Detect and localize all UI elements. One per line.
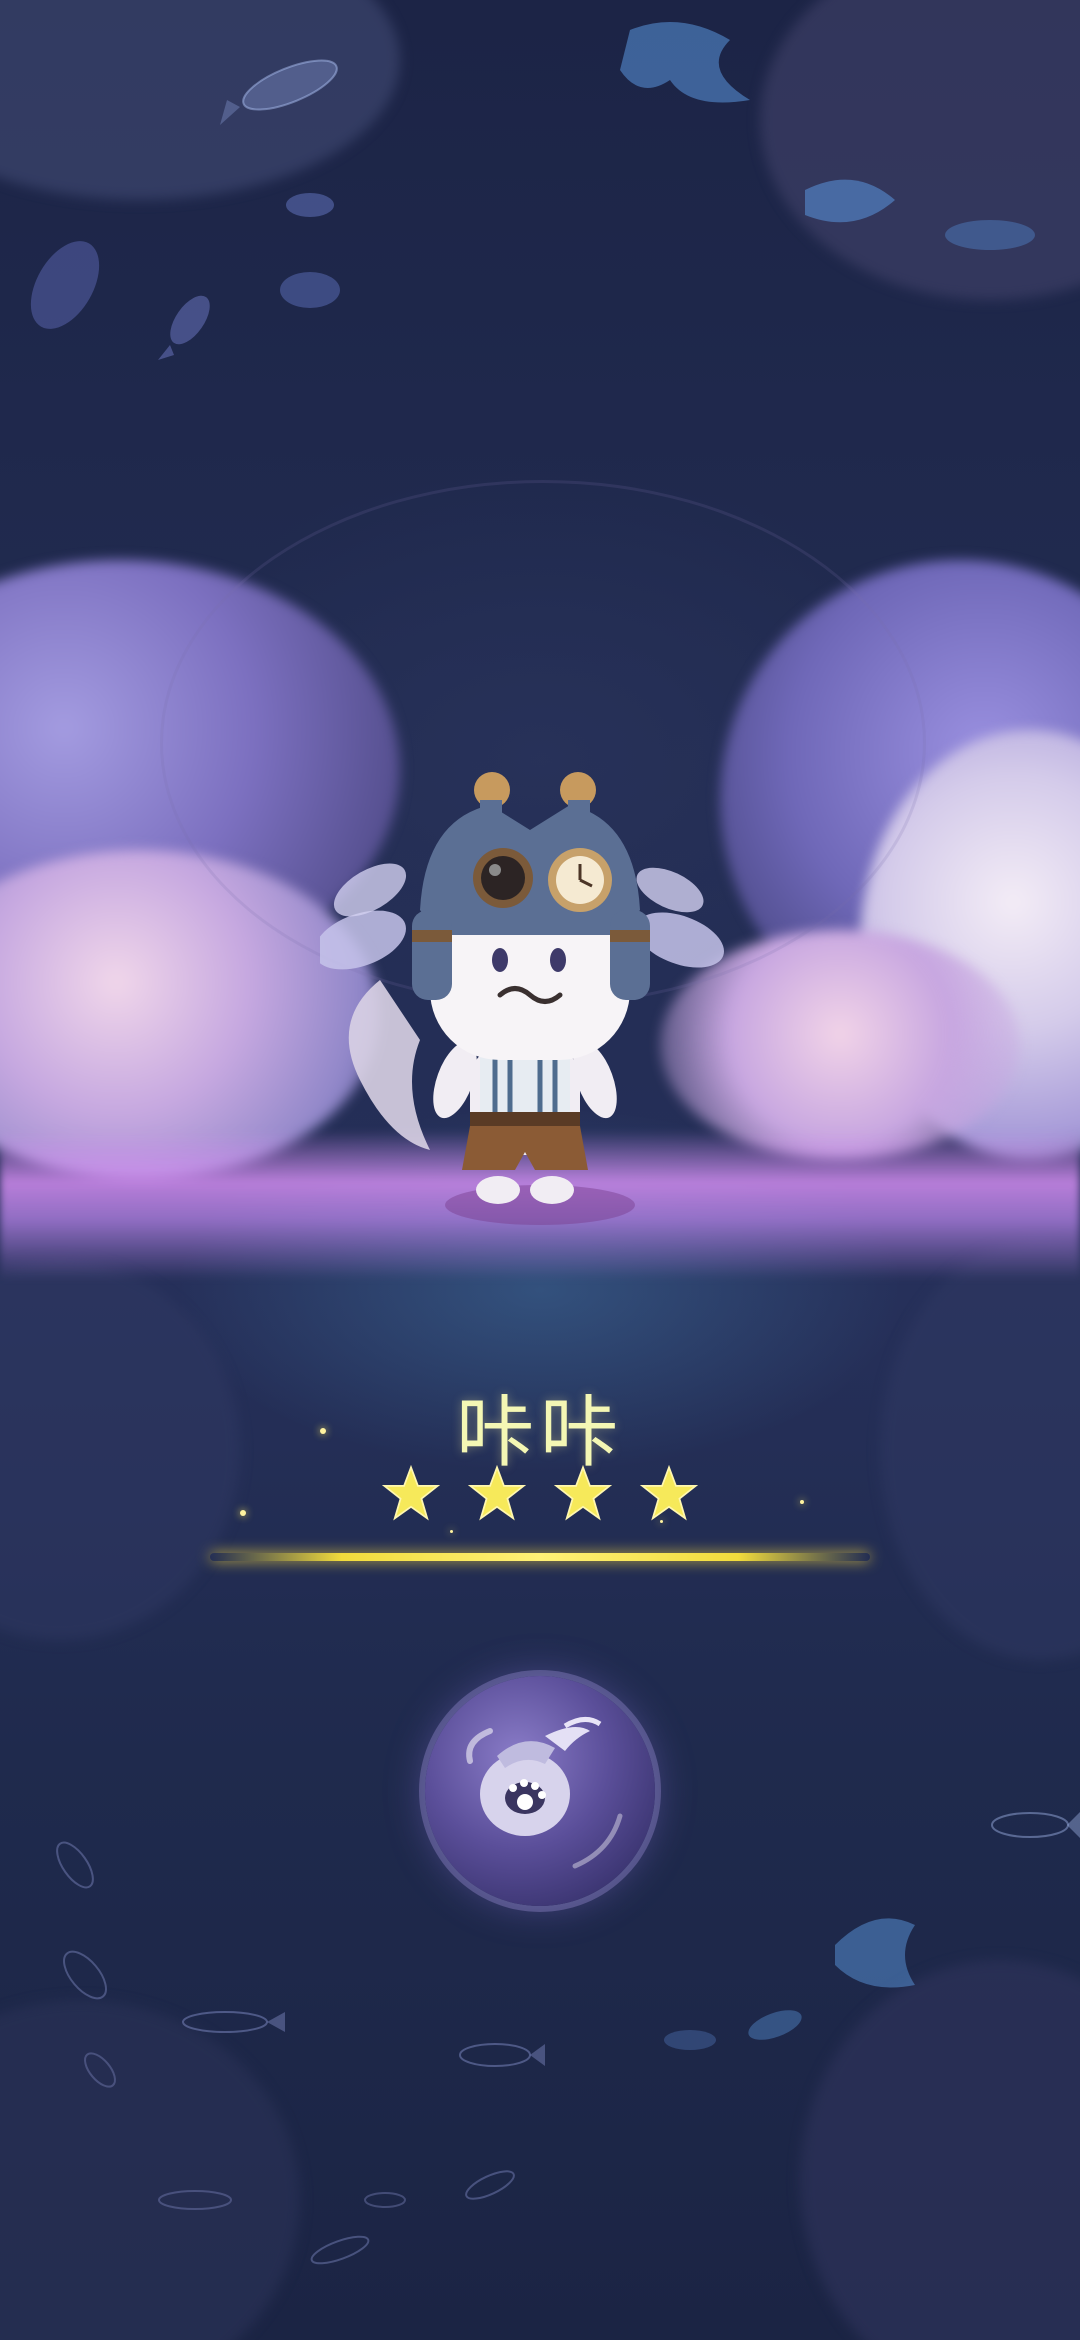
fish-icon — [220, 59, 338, 125]
character-sprite — [320, 772, 724, 1225]
fish-icon — [364, 2192, 406, 2208]
fish-icon — [748, 2010, 802, 2040]
fish-icon — [182, 2011, 285, 2033]
fish-icon — [158, 295, 210, 360]
fish-icon — [30, 241, 100, 329]
sparkle — [320, 1428, 326, 1434]
sparkle — [660, 1520, 663, 1523]
fish-icon — [945, 220, 1035, 250]
fish-icon — [664, 2030, 716, 2050]
fish-icon — [280, 272, 340, 308]
star-icon — [640, 1465, 698, 1521]
star-icon — [468, 1465, 526, 1521]
fish-icon — [63, 1950, 107, 2000]
gift-bag-orb-button[interactable] — [425, 1676, 655, 1906]
star-icon — [382, 1465, 440, 1521]
gift-bag-orb-icon — [466, 1717, 623, 1869]
fish-icon — [835, 1918, 915, 1988]
fish-icon — [158, 2190, 232, 2210]
cloud-bottom-left — [0, 2000, 300, 2340]
fish-icon — [286, 193, 334, 217]
rating-glow-line — [210, 1553, 870, 1561]
fish-icon — [991, 1812, 1080, 1838]
fish-icon — [465, 2170, 515, 2200]
star-rating — [0, 1465, 1080, 1523]
cloud-bottom-right — [800, 1960, 1080, 2340]
sparkle — [240, 1510, 246, 1516]
fish-icon — [620, 22, 750, 103]
sparkle — [450, 1530, 453, 1533]
fish-icon — [310, 2235, 370, 2265]
star-icon — [554, 1465, 612, 1521]
fish-icon — [805, 179, 895, 223]
fish-icon — [84, 2052, 116, 2088]
fish-icon — [56, 1841, 94, 1889]
sparkle — [800, 1500, 804, 1504]
fish-icon — [459, 2043, 545, 2067]
character-reveal-scene: 咔咔 — [0, 0, 1080, 2340]
